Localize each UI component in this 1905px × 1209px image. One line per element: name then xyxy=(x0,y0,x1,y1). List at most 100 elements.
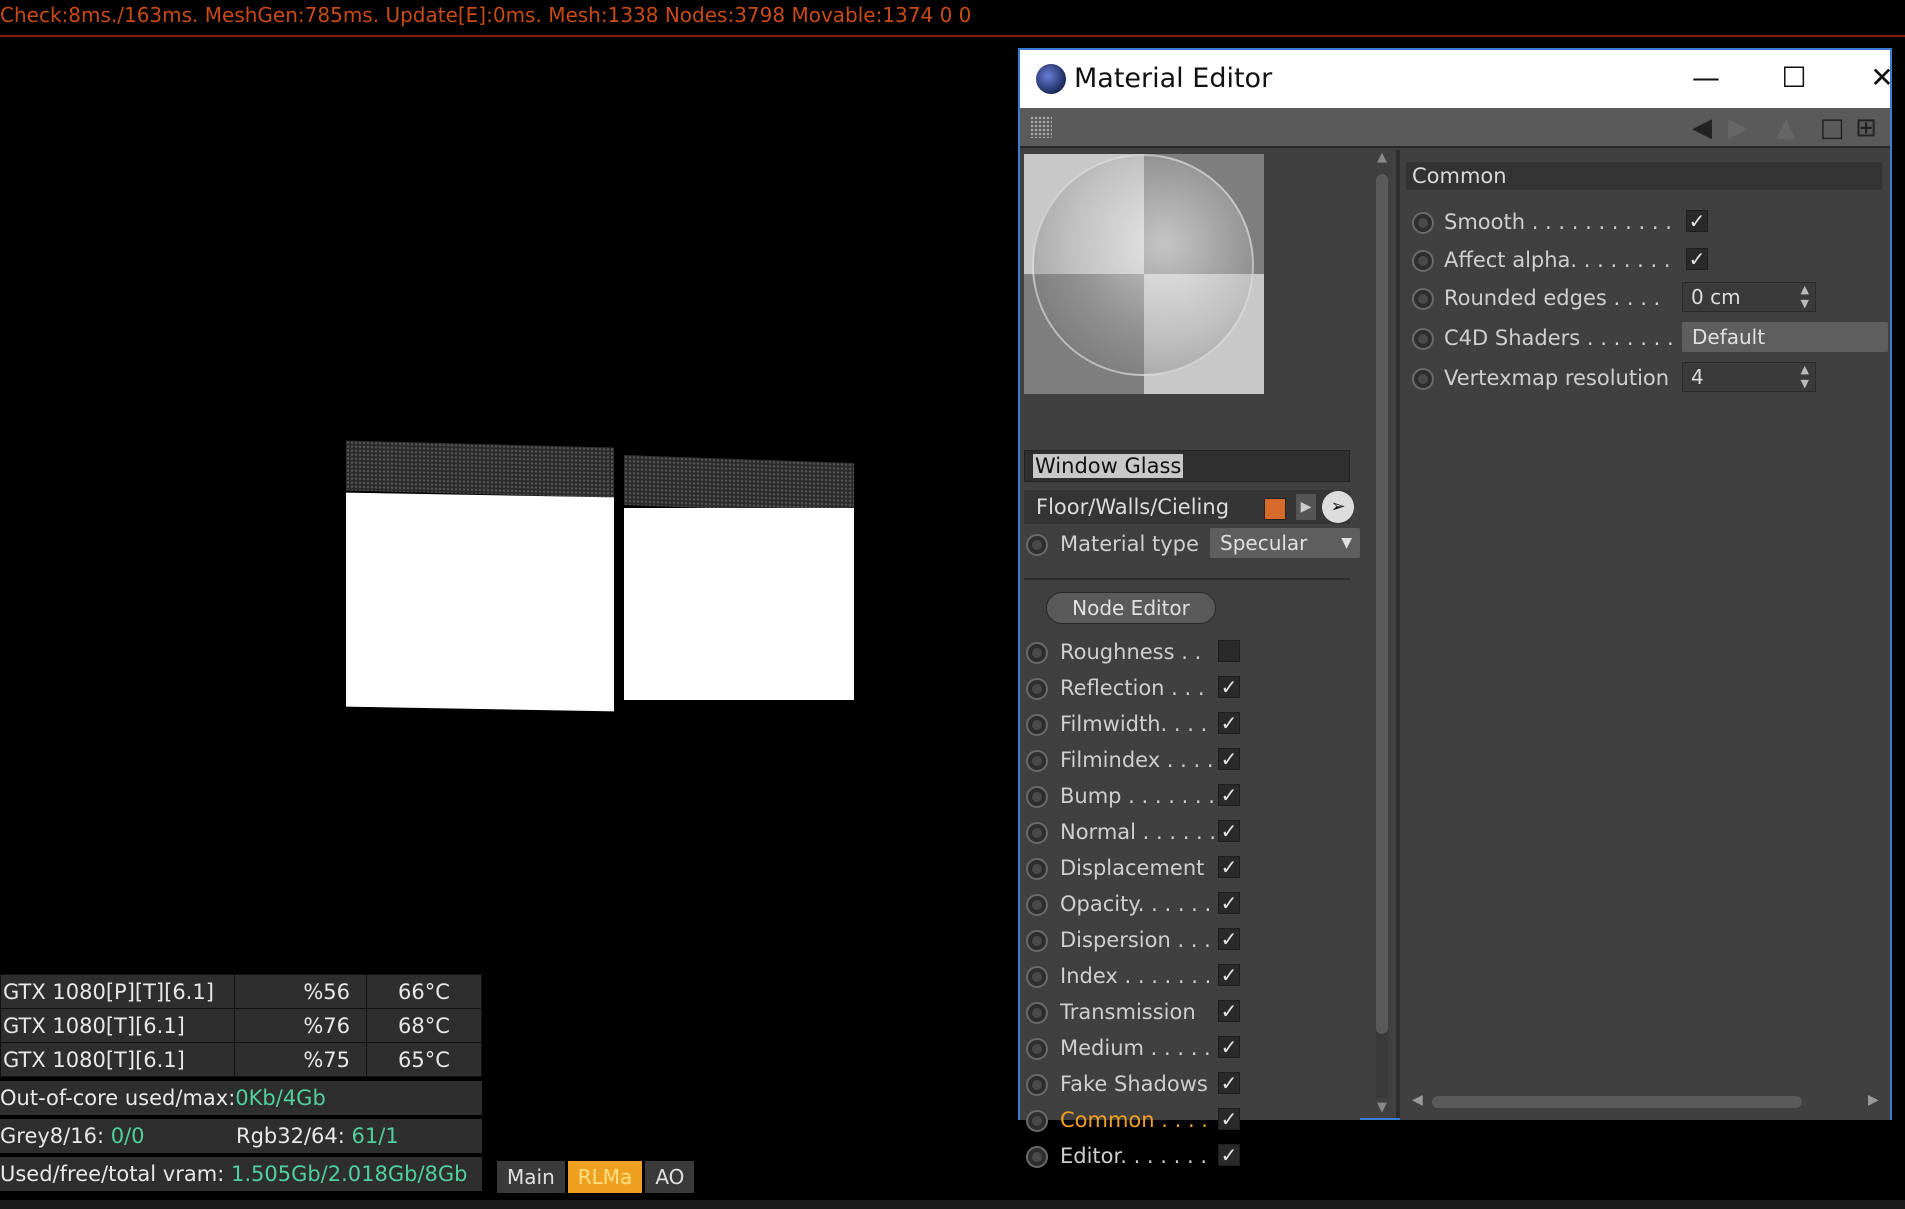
gpu-row: GTX 1080[P][T][6.1] %56 66°C xyxy=(0,974,482,1009)
channel-label[interactable]: Opacity. . . . . . xyxy=(1060,890,1211,918)
close-button[interactable]: ✕ xyxy=(1854,56,1905,100)
c4d-shaders-radio[interactable] xyxy=(1412,328,1434,350)
channel-checkbox[interactable]: ✓ xyxy=(1218,964,1240,986)
channel-checkbox[interactable]: ✓ xyxy=(1218,1036,1240,1058)
channel-radio[interactable] xyxy=(1026,1110,1048,1132)
channel-checkbox[interactable]: ✓ xyxy=(1218,892,1240,914)
channel-checkbox[interactable]: ✓ xyxy=(1218,676,1240,698)
channel-radio[interactable] xyxy=(1026,714,1048,736)
hscroll-thumb[interactable] xyxy=(1432,1096,1802,1108)
c4d-shaders-dropdown[interactable]: Default xyxy=(1682,322,1888,352)
channel-label[interactable]: Displacement xyxy=(1060,854,1204,882)
channel-label[interactable]: Normal . . . . . . xyxy=(1060,818,1216,846)
cinema4d-app-icon xyxy=(1036,64,1066,94)
material-name-field[interactable]: Window Glass xyxy=(1024,450,1350,482)
tab-main[interactable]: Main xyxy=(497,1161,565,1193)
layer-menu-arrow-icon[interactable]: ▶ xyxy=(1296,494,1316,520)
lock-icon[interactable]: □ xyxy=(1816,112,1848,144)
smooth-radio[interactable] xyxy=(1412,212,1434,234)
up-arrow-icon[interactable]: ▲ xyxy=(1770,112,1802,144)
vertexmap-radio[interactable] xyxy=(1412,368,1434,390)
grey-label: Grey8/16: xyxy=(0,1124,111,1148)
material-name: Window Glass xyxy=(1033,454,1184,478)
channel-label[interactable]: Bump . . . . . . . xyxy=(1060,782,1215,810)
material-type-dropdown[interactable]: Specular ▼ xyxy=(1210,528,1360,558)
channel-label[interactable]: Medium . . . . . xyxy=(1060,1034,1211,1062)
out-of-core-label: Out-of-core used/max: xyxy=(0,1086,236,1110)
rounded-edges-field[interactable]: 0 cm ▲ ▼ xyxy=(1682,282,1816,312)
spinner-icon[interactable]: ▲ ▼ xyxy=(1801,363,1809,391)
scroll-down-icon[interactable]: ▼ xyxy=(1373,1100,1391,1118)
channel-radio[interactable] xyxy=(1026,894,1048,916)
channel-checkbox[interactable]: ✓ xyxy=(1218,1000,1240,1022)
channel-checkbox[interactable] xyxy=(1218,640,1240,662)
bottom-status-strip xyxy=(0,1200,1905,1209)
affect-alpha-checkbox[interactable]: ✓ xyxy=(1686,248,1708,270)
rounded-edges-label: Rounded edges . . . . xyxy=(1444,286,1661,310)
channel-radio[interactable] xyxy=(1026,1038,1048,1060)
forward-arrow-icon[interactable]: ▶ xyxy=(1722,112,1754,144)
channel-radio[interactable] xyxy=(1026,750,1048,772)
rgb-value: 61/1 xyxy=(351,1124,399,1148)
title-bar[interactable]: Material Editor — ☐ ✕ xyxy=(1020,50,1894,108)
horizontal-scrollbar[interactable]: ◀ ▶ xyxy=(1410,1090,1890,1114)
channel-label[interactable]: Dispersion . . . xyxy=(1060,926,1211,954)
channel-radio[interactable] xyxy=(1026,1074,1048,1096)
window-pane-right xyxy=(624,508,854,700)
spinner-icon[interactable]: ▲ ▼ xyxy=(1801,283,1809,311)
channel-label[interactable]: Fake Shadows xyxy=(1060,1070,1208,1098)
rgb-label: Rgb32/64: xyxy=(236,1124,352,1148)
channel-radio[interactable] xyxy=(1026,1146,1048,1168)
pick-cursor-icon[interactable]: ➢ xyxy=(1322,491,1354,523)
maximize-button[interactable]: ☐ xyxy=(1766,56,1822,100)
channel-checkbox[interactable]: ✓ xyxy=(1218,820,1240,842)
channel-radio[interactable] xyxy=(1026,786,1048,808)
smooth-checkbox[interactable]: ✓ xyxy=(1686,210,1708,232)
channel-radio[interactable] xyxy=(1026,858,1048,880)
scroll-right-icon[interactable]: ▶ xyxy=(1868,1092,1879,1108)
minimize-button[interactable]: — xyxy=(1678,56,1734,100)
scroll-up-icon[interactable]: ▲ xyxy=(1373,150,1391,168)
channel-radio[interactable] xyxy=(1026,822,1048,844)
layer-row[interactable]: Floor/Walls/Cieling ▶ ➢ xyxy=(1024,490,1354,524)
channel-label[interactable]: Reflection . . . xyxy=(1060,674,1205,702)
channel-radio[interactable] xyxy=(1026,642,1048,664)
gpu-name: GTX 1080[P][T][6.1] xyxy=(0,974,235,1009)
channel-checkbox[interactable]: ✓ xyxy=(1218,784,1240,806)
material-preview[interactable] xyxy=(1024,154,1264,394)
back-arrow-icon[interactable]: ◀ xyxy=(1686,112,1718,144)
channel-checkbox[interactable]: ✓ xyxy=(1218,856,1240,878)
scroll-left-icon[interactable]: ◀ xyxy=(1412,1092,1423,1108)
channel-radio[interactable] xyxy=(1026,1002,1048,1024)
left-scrollbar[interactable]: ▲ ▼ xyxy=(1370,150,1392,1118)
smooth-label: Smooth . . . . . . . . . . . xyxy=(1444,210,1672,234)
channel-radio[interactable] xyxy=(1026,678,1048,700)
grip-icon[interactable] xyxy=(1030,116,1052,138)
vertexmap-field[interactable]: 4 ▲ ▼ xyxy=(1682,362,1816,392)
channel-checkbox[interactable]: ✓ xyxy=(1218,1072,1240,1094)
channel-label[interactable]: Filmindex . . . . xyxy=(1060,746,1214,774)
channel-label[interactable]: Filmwidth. . . . xyxy=(1060,710,1207,738)
tab-ao[interactable]: AO xyxy=(645,1161,695,1193)
channel-label[interactable]: Index . . . . . . . xyxy=(1060,962,1211,990)
channel-checkbox[interactable]: ✓ xyxy=(1218,1144,1240,1166)
channel-radio[interactable] xyxy=(1026,930,1048,952)
rounded-edges-radio[interactable] xyxy=(1412,288,1434,310)
tab-rlma[interactable]: RLMa xyxy=(567,1161,643,1193)
channel-label[interactable]: Common . . . . xyxy=(1060,1106,1208,1134)
channel-label[interactable]: Transmission xyxy=(1060,998,1196,1026)
channel-radio[interactable] xyxy=(1026,966,1048,988)
material-type-radio[interactable] xyxy=(1026,534,1048,556)
channel-checkbox[interactable]: ✓ xyxy=(1218,712,1240,734)
scroll-thumb[interactable] xyxy=(1376,174,1388,1034)
channel-checkbox[interactable]: ✓ xyxy=(1218,928,1240,950)
channel-label[interactable]: Editor. . . . . . . xyxy=(1060,1142,1207,1170)
new-window-icon[interactable]: ⊞ xyxy=(1850,112,1882,144)
gpu-name: GTX 1080[T][6.1] xyxy=(0,1042,235,1077)
node-editor-button[interactable]: Node Editor xyxy=(1046,592,1216,624)
channel-checkbox[interactable]: ✓ xyxy=(1218,1108,1240,1130)
channel-checkbox[interactable]: ✓ xyxy=(1218,748,1240,770)
layer-color-swatch[interactable] xyxy=(1264,498,1286,520)
affect-alpha-radio[interactable] xyxy=(1412,250,1434,272)
channel-label[interactable]: Roughness . . xyxy=(1060,638,1201,666)
